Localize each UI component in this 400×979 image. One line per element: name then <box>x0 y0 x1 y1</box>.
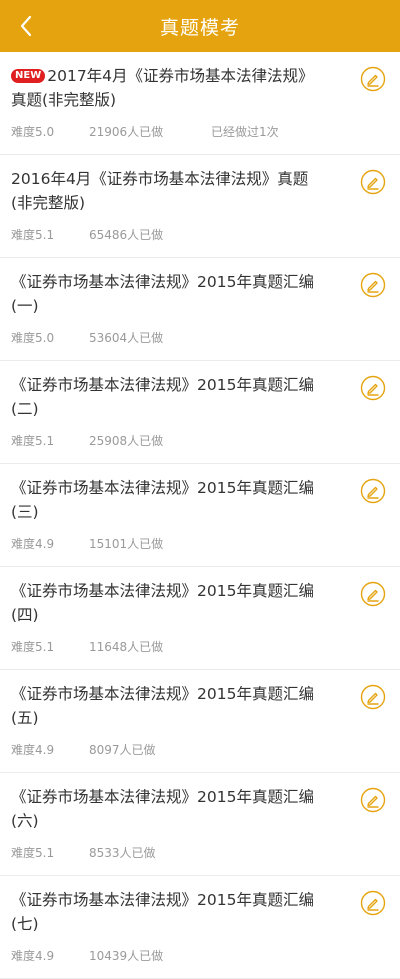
item-title-line1: 《证券市场基本法律法规》2015年真题汇编 <box>11 891 314 909</box>
item-title-line2: (六) <box>11 812 39 830</box>
difficulty-text: 难度5.1 <box>11 228 55 242</box>
difficulty-text: 难度5.0 <box>11 125 55 139</box>
difficulty-text: 难度4.9 <box>11 743 55 757</box>
edit-icon[interactable] <box>360 581 386 607</box>
item-title-line2: (五) <box>11 709 39 727</box>
item-title-line2: (一) <box>11 297 39 315</box>
app-header: 真题模考 <box>0 0 400 52</box>
difficulty-text: 难度5.0 <box>11 331 55 345</box>
list-item[interactable]: 《证券市场基本法律法规》2015年真题汇编 (一) 难度5.0 53604人已做 <box>0 258 400 361</box>
edit-icon[interactable] <box>360 169 386 195</box>
item-title-line2: (三) <box>11 503 39 521</box>
difficulty-text: 难度4.9 <box>11 949 55 963</box>
new-badge: NEW <box>11 69 46 83</box>
taken-count-text: 8533人已做 <box>89 846 156 860</box>
difficulty-text: 难度5.1 <box>11 640 55 654</box>
item-title-line2: (非完整版) <box>11 194 86 212</box>
edit-icon[interactable] <box>360 478 386 504</box>
item-title-line1: 《证券市场基本法律法规》2015年真题汇编 <box>11 685 314 703</box>
edit-icon[interactable] <box>360 684 386 710</box>
item-title-line1: 《证券市场基本法律法规》2015年真题汇编 <box>11 376 314 394</box>
list-item[interactable]: 《证券市场基本法律法规》2015年真题汇编 (五) 难度4.9 8097人已做 <box>0 670 400 773</box>
edit-icon[interactable] <box>360 375 386 401</box>
difficulty-text: 难度5.1 <box>11 434 55 448</box>
item-title-line1: 《证券市场基本法律法规》2015年真题汇编 <box>11 582 314 600</box>
item-title-line1: 《证券市场基本法律法规》2015年真题汇编 <box>11 479 314 497</box>
edit-icon[interactable] <box>360 787 386 813</box>
item-meta: 难度4.9 15101人已做 <box>11 536 340 552</box>
item-title-line1: 《证券市场基本法律法规》2015年真题汇编 <box>11 273 314 291</box>
item-meta: 难度5.1 25908人已做 <box>11 433 340 449</box>
list-item[interactable]: 《证券市场基本法律法规》2015年真题汇编 (二) 难度5.1 25908人已做 <box>0 361 400 464</box>
taken-count-text: 65486人已做 <box>89 228 164 242</box>
item-meta: 难度5.1 11648人已做 <box>11 639 340 655</box>
item-title-line1: 《证券市场基本法律法规》2015年真题汇编 <box>11 788 314 806</box>
item-title-line1: NEW 2017年4月《证券市场基本法律法规》 <box>11 64 340 88</box>
chevron-left-icon <box>20 15 32 37</box>
item-meta: 难度5.0 21906人已做 已经做过1次 <box>11 124 340 140</box>
item-meta: 难度4.9 10439人已做 <box>11 948 340 964</box>
item-title-line2: (七) <box>11 915 39 933</box>
item-title-line2: 真题(非完整版) <box>11 91 117 109</box>
edit-icon[interactable] <box>360 272 386 298</box>
item-meta: 难度5.1 65486人已做 <box>11 227 340 243</box>
item-meta: 难度5.1 8533人已做 <box>11 845 340 861</box>
taken-count-text: 53604人已做 <box>89 331 164 345</box>
taken-count-text: 11648人已做 <box>89 640 164 654</box>
taken-count-text: 21906人已做 <box>89 125 164 139</box>
item-meta: 难度4.9 8097人已做 <box>11 742 340 758</box>
exam-list: NEW 2017年4月《证券市场基本法律法规》 真题(非完整版) 难度5.0 21… <box>0 52 400 979</box>
page-title: 真题模考 <box>159 16 240 39</box>
item-meta: 难度5.0 53604人已做 <box>11 330 340 346</box>
item-title-line2: (二) <box>11 400 39 418</box>
back-button[interactable] <box>8 8 44 44</box>
difficulty-text: 难度4.9 <box>11 537 55 551</box>
list-item[interactable]: 《证券市场基本法律法规》2015年真题汇编 (三) 难度4.9 15101人已做 <box>0 464 400 567</box>
list-item[interactable]: NEW 2017年4月《证券市场基本法律法规》 真题(非完整版) 难度5.0 21… <box>0 52 400 155</box>
difficulty-text: 难度5.1 <box>11 846 55 860</box>
taken-count-text: 10439人已做 <box>89 949 164 963</box>
list-item[interactable]: 《证券市场基本法律法规》2015年真题汇编 (六) 难度5.1 8533人已做 <box>0 773 400 876</box>
edit-icon[interactable] <box>360 66 386 92</box>
edit-icon[interactable] <box>360 890 386 916</box>
taken-count-text: 25908人已做 <box>89 434 164 448</box>
list-item[interactable]: 《证券市场基本法律法规》2015年真题汇编 (四) 难度5.1 11648人已做 <box>0 567 400 670</box>
status-text: 已经做过1次 <box>211 125 279 139</box>
item-title-line2: (四) <box>11 606 39 624</box>
list-item[interactable]: 2016年4月《证券市场基本法律法规》真题 (非完整版) 难度5.1 65486… <box>0 155 400 258</box>
list-item[interactable]: 《证券市场基本法律法规》2015年真题汇编 (七) 难度4.9 10439人已做 <box>0 876 400 979</box>
item-title-line1: 2016年4月《证券市场基本法律法规》真题 <box>11 170 309 188</box>
taken-count-text: 8097人已做 <box>89 743 156 757</box>
taken-count-text: 15101人已做 <box>89 537 164 551</box>
